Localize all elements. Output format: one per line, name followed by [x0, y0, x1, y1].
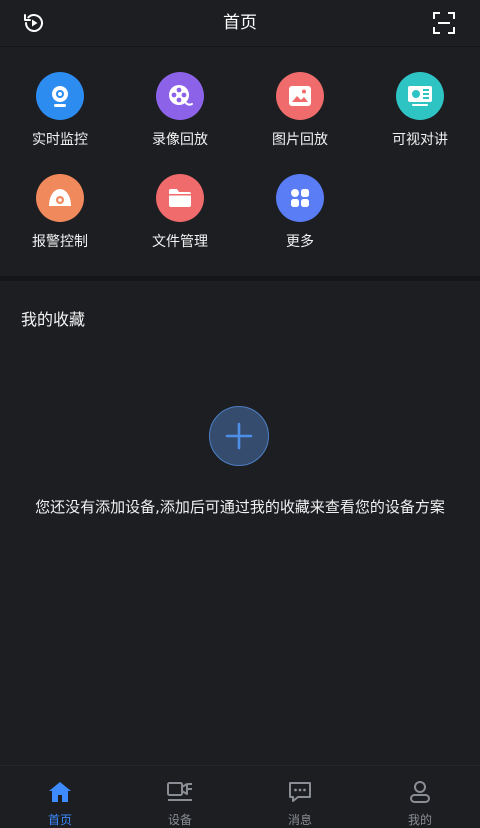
grid-item-label: 可视对讲: [392, 132, 448, 148]
tab-label: 我的: [407, 813, 432, 827]
message-icon: [240, 779, 360, 805]
tab-messages[interactable]: 消息: [240, 766, 360, 828]
grid-item-image-playback[interactable]: 图片回放: [240, 50, 360, 148]
grid-item-file-management[interactable]: 文件管理: [120, 152, 240, 250]
tab-profile[interactable]: 我的: [360, 766, 480, 828]
page-title: 首页: [223, 13, 257, 33]
grid-item-label: 实时监控: [32, 132, 88, 148]
empty-state-text: 您还没有添加设备,添加后可通过我的收藏来查看您的设备方案: [35, 498, 445, 516]
bottom-tab-bar: 首页 设备 消息 我的: [0, 765, 480, 828]
grid-item-video-intercom[interactable]: 可视对讲: [360, 50, 480, 148]
camera-icon: [36, 72, 84, 120]
tab-label: 首页: [47, 813, 72, 827]
scan-button[interactable]: [430, 9, 458, 37]
grid-item-label: 文件管理: [152, 234, 208, 250]
grid-item-label: 录像回放: [152, 132, 208, 148]
alarm-icon: [36, 174, 84, 222]
profile-icon: [360, 779, 480, 805]
intercom-icon: [396, 72, 444, 120]
tab-devices[interactable]: 设备: [120, 766, 240, 828]
tab-label: 设备: [167, 813, 192, 827]
grid-item-label: 报警控制: [32, 234, 88, 250]
image-icon: [276, 72, 324, 120]
grid-item-label: 图片回放: [272, 132, 328, 148]
section-divider: [0, 276, 480, 281]
tab-home[interactable]: 首页: [0, 766, 120, 828]
grid-item-label: 更多: [286, 234, 314, 250]
tab-label: 消息: [287, 813, 312, 827]
app-header: 首页: [0, 0, 480, 47]
device-icon: [120, 779, 240, 805]
grid-item-live-monitor[interactable]: 实时监控: [0, 50, 120, 148]
folder-icon: [156, 174, 204, 222]
grid-item-alarm-control[interactable]: 报警控制: [0, 152, 120, 250]
grid-item-more[interactable]: 更多: [240, 152, 360, 250]
more-grid-icon: [276, 174, 324, 222]
home-icon: [0, 779, 120, 805]
film-reel-icon: [156, 72, 204, 120]
plus-icon: [225, 422, 253, 450]
add-device-button[interactable]: [209, 406, 269, 466]
favorites-title: 我的收藏: [21, 310, 86, 329]
function-grid: 实时监控 录像回放 图片回放 可视对讲 报警控制 文件管理 更多: [0, 50, 480, 276]
scan-icon: [433, 12, 455, 34]
grid-item-video-playback[interactable]: 录像回放: [120, 50, 240, 148]
